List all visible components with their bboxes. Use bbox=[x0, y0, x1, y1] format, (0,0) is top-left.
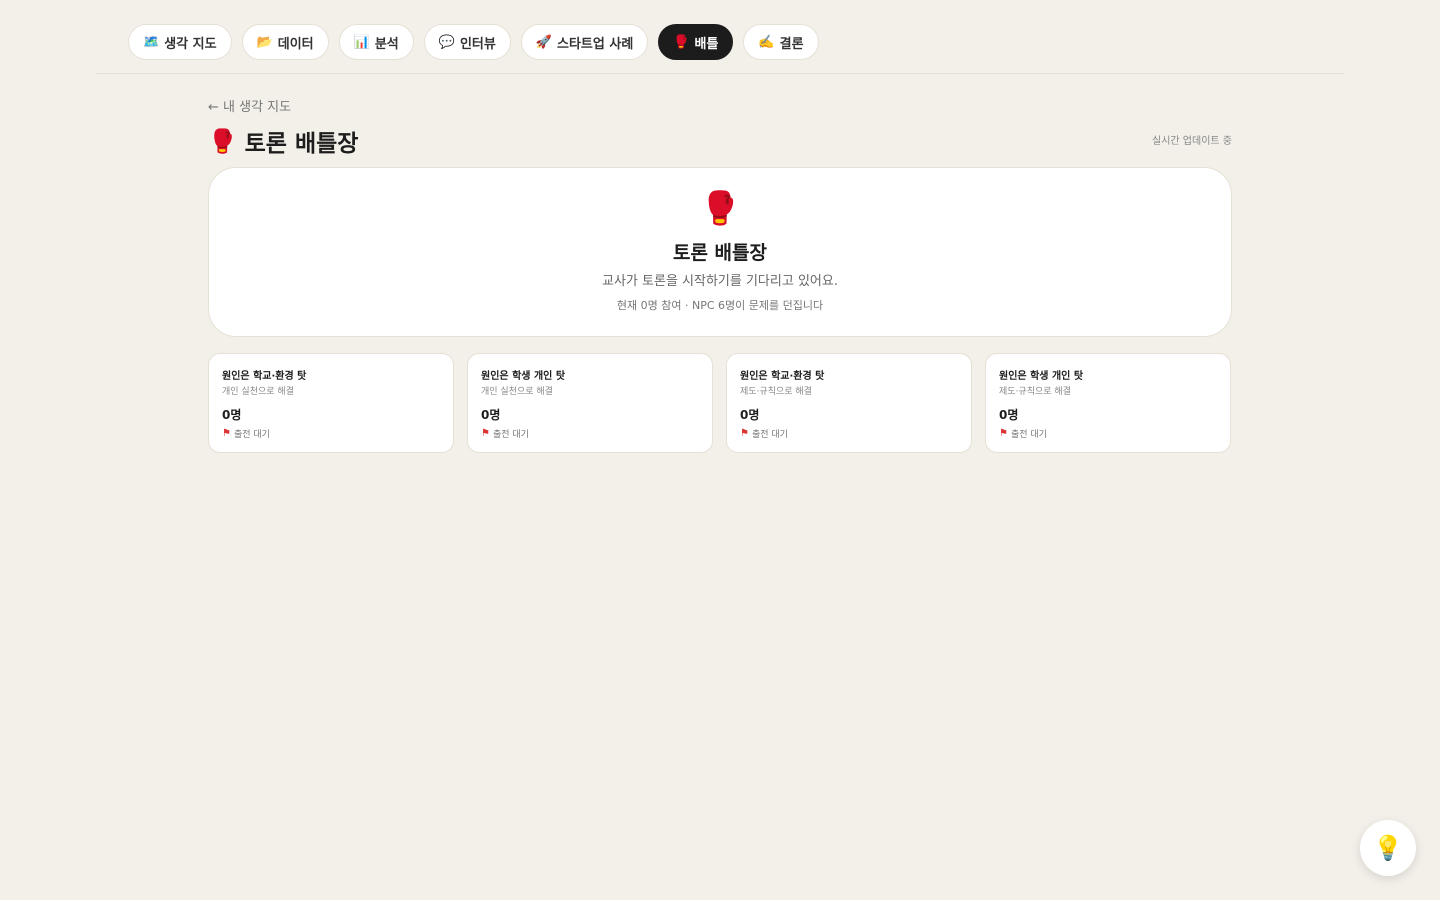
boxing-glove-icon: 🥊 bbox=[208, 128, 237, 155]
flag-icon: ⚑ bbox=[222, 428, 231, 439]
tab-label: 결론 bbox=[779, 36, 804, 52]
team-card[interactable]: 원인은 학생 개인 탓 개인 실천으로 해결 0명 ⚑ 출전 대기 bbox=[467, 353, 713, 453]
team-status: ⚑ 출전 대기 bbox=[222, 427, 270, 440]
team-list: 원인은 학교·환경 탓 개인 실천으로 해결 0명 ⚑ 출전 대기 원인은 학생… bbox=[208, 353, 1232, 453]
team-name: 원인은 학생 개인 탓 bbox=[481, 371, 566, 382]
team-card[interactable]: 원인은 학생 개인 탓 제도·규칙으로 해결 0명 ⚑ 출전 대기 bbox=[985, 353, 1231, 453]
flag-icon: ⚑ bbox=[481, 428, 490, 439]
rocket-icon: 🚀 bbox=[535, 34, 553, 50]
hint-button[interactable]: 💡 bbox=[1360, 820, 1416, 876]
title-row: 🥊 토론 배틀장 실시간 업데이트 중 bbox=[208, 124, 1232, 158]
back-link[interactable]: ← 내 생각 지도 bbox=[208, 96, 291, 115]
speech-bubble-icon: 💬 bbox=[438, 34, 455, 50]
tab-label: 생각 지도 bbox=[164, 36, 217, 52]
flag-icon: ⚑ bbox=[999, 428, 1008, 439]
top-navigation: 🗺️ 생각 지도 📂 데이터 📊 분석 💬 인터뷰 🚀 스타트업 사례 🥊 배틀… bbox=[96, 0, 1344, 74]
page-title-text: 토론 배틀장 bbox=[244, 131, 359, 157]
live-status: 실시간 업데이트 중 bbox=[1152, 136, 1232, 147]
team-description: 제도·규칙으로 해결 bbox=[740, 387, 812, 397]
tab-interview[interactable]: 💬 인터뷰 bbox=[423, 24, 511, 60]
tab-data[interactable]: 📂 데이터 bbox=[241, 24, 329, 60]
team-status: ⚑ 출전 대기 bbox=[740, 427, 788, 440]
team-member-count: 0명 bbox=[481, 408, 501, 422]
battle-hero-card: 🥊 토론 배틀장 교사가 토론을 시작하기를 기다리고 있어요. 현재 0명 참… bbox=[208, 167, 1232, 337]
hero-subtitle: 교사가 토론을 시작하기를 기다리고 있어요. bbox=[602, 274, 838, 289]
page-title: 🥊 토론 배틀장 bbox=[208, 124, 358, 158]
team-description: 개인 실천으로 해결 bbox=[222, 387, 294, 397]
hero-title: 토론 배틀장 bbox=[672, 242, 767, 264]
tab-battle[interactable]: 🥊 배틀 bbox=[658, 24, 734, 60]
lightbulb-icon: 💡 bbox=[1373, 834, 1403, 862]
boxing-glove-icon: 🥊 bbox=[673, 34, 690, 50]
flag-icon: ⚑ bbox=[740, 428, 749, 439]
boxing-glove-icon: 🥊 bbox=[700, 189, 740, 227]
team-member-count: 0명 bbox=[740, 408, 760, 422]
tab-thought-map[interactable]: 🗺️ 생각 지도 bbox=[128, 24, 232, 60]
team-card[interactable]: 원인은 학교·환경 탓 개인 실천으로 해결 0명 ⚑ 출전 대기 bbox=[208, 353, 454, 453]
team-description: 개인 실천으로 해결 bbox=[481, 387, 553, 397]
team-member-count: 0명 bbox=[222, 408, 242, 422]
tab-label: 데이터 bbox=[277, 36, 314, 52]
folder-icon: 📂 bbox=[256, 34, 273, 50]
team-card[interactable]: 원인은 학교·환경 탓 제도·규칙으로 해결 0명 ⚑ 출전 대기 bbox=[726, 353, 972, 453]
map-icon: 🗺️ bbox=[143, 34, 160, 50]
team-status-text: 출전 대기 bbox=[751, 430, 788, 440]
hero-participants: 현재 0명 참여 · NPC 6명이 문제를 던집니다 bbox=[616, 299, 824, 312]
team-status-text: 출전 대기 bbox=[233, 430, 270, 440]
writing-hand-icon: ✍️ bbox=[758, 34, 775, 50]
team-status: ⚑ 출전 대기 bbox=[999, 427, 1047, 440]
team-status: ⚑ 출전 대기 bbox=[481, 427, 529, 440]
tab-startup-cases[interactable]: 🚀 스타트업 사례 bbox=[520, 24, 649, 60]
team-name: 원인은 학교·환경 탓 bbox=[740, 371, 825, 382]
tab-label: 배틀 bbox=[694, 36, 719, 52]
team-status-text: 출전 대기 bbox=[492, 430, 529, 440]
bar-chart-icon: 📊 bbox=[353, 34, 370, 50]
team-name: 원인은 학생 개인 탓 bbox=[999, 371, 1084, 382]
tab-label: 스타트업 사례 bbox=[557, 36, 634, 52]
tab-label: 인터뷰 bbox=[459, 36, 496, 52]
tab-label: 분석 bbox=[374, 36, 399, 52]
tab-analysis[interactable]: 📊 분석 bbox=[338, 24, 414, 60]
team-description: 제도·규칙으로 해결 bbox=[999, 387, 1071, 397]
team-name: 원인은 학교·환경 탓 bbox=[222, 371, 307, 382]
team-status-text: 출전 대기 bbox=[1010, 430, 1047, 440]
team-member-count: 0명 bbox=[999, 408, 1019, 422]
tab-bar: 🗺️ 생각 지도 📂 데이터 📊 분석 💬 인터뷰 🚀 스타트업 사례 🥊 배틀… bbox=[128, 24, 819, 60]
tab-conclusion[interactable]: ✍️ 결론 bbox=[743, 24, 819, 60]
